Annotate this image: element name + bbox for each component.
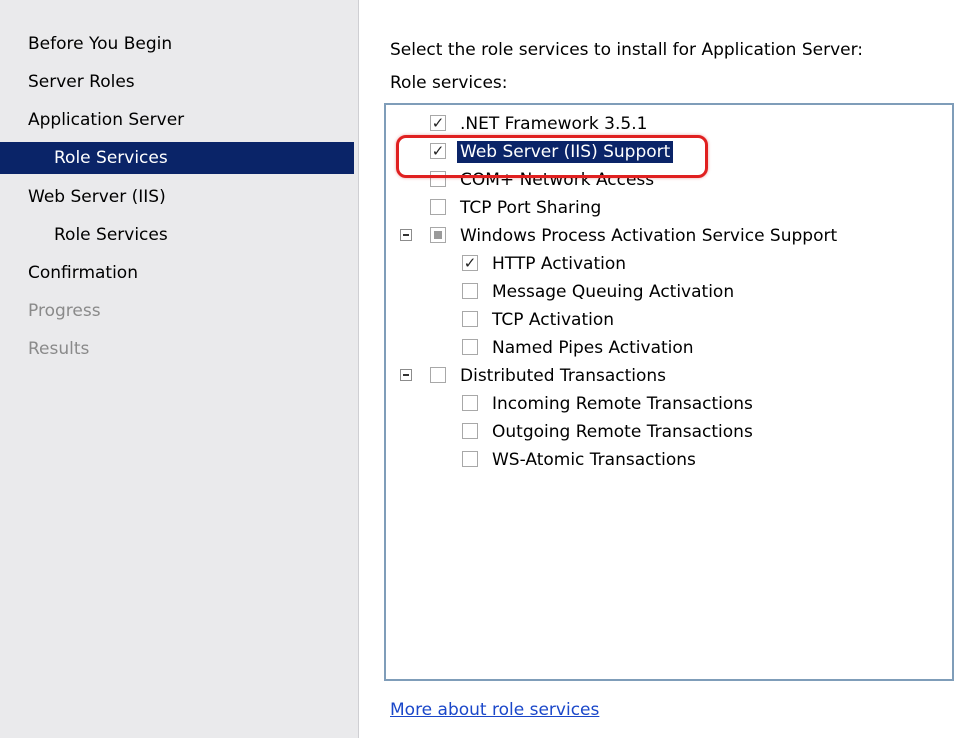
tree-item-label: TCP Port Sharing bbox=[460, 198, 602, 218]
tree-item-message-queuing-activation[interactable]: Message Queuing Activation bbox=[386, 279, 952, 306]
nav-item-label: Application Server bbox=[28, 110, 185, 130]
checkbox-icon[interactable] bbox=[462, 451, 478, 467]
nav-item-label: Role Services bbox=[54, 225, 168, 245]
more-about-role-services-link[interactable]: More about role services bbox=[390, 700, 599, 720]
nav-web-role-services[interactable]: Role Services bbox=[0, 219, 354, 251]
tree-item-tcp-activation[interactable]: TCP Activation bbox=[386, 307, 952, 334]
tree-item-label: Message Queuing Activation bbox=[492, 282, 735, 302]
checkbox-icon[interactable] bbox=[430, 171, 446, 187]
tree-item-label: Windows Process Activation Service Suppo… bbox=[460, 226, 838, 246]
tree-item-incoming-remote-transactions[interactable]: Incoming Remote Transactions bbox=[386, 391, 952, 418]
nav-results: Results bbox=[0, 333, 354, 365]
tree-item-label: COM+ Network Access bbox=[460, 170, 655, 190]
nav-item-label: Role Services bbox=[54, 148, 168, 168]
tree-item-distributed-transactions[interactable]: Distributed Transactions bbox=[386, 363, 952, 390]
tree-item-net-framework[interactable]: ✓ .NET Framework 3.5.1 bbox=[386, 111, 952, 138]
nav-item-label: Progress bbox=[28, 301, 101, 321]
checkbox-checked-icon[interactable]: ✓ bbox=[430, 143, 446, 159]
tree-item-com-network-access[interactable]: COM+ Network Access bbox=[386, 167, 952, 194]
tree-item-named-pipes-activation[interactable]: Named Pipes Activation bbox=[386, 335, 952, 362]
tree-item-outgoing-remote-transactions[interactable]: Outgoing Remote Transactions bbox=[386, 419, 952, 446]
instruction-text: Select the role services to install for … bbox=[390, 40, 864, 60]
nav-server-roles[interactable]: Server Roles bbox=[0, 66, 354, 98]
tree-item-label: TCP Activation bbox=[492, 310, 615, 330]
nav-item-label: Confirmation bbox=[28, 263, 138, 283]
tree-item-label: WS-Atomic Transactions bbox=[492, 450, 696, 470]
collapse-icon[interactable] bbox=[400, 229, 412, 241]
tree-item-was-support[interactable]: Windows Process Activation Service Suppo… bbox=[386, 223, 952, 250]
tree-item-label: HTTP Activation bbox=[492, 254, 627, 274]
checkbox-icon[interactable] bbox=[462, 395, 478, 411]
checkbox-icon[interactable] bbox=[430, 199, 446, 215]
tree-item-tcp-port-sharing[interactable]: TCP Port Sharing bbox=[386, 195, 952, 222]
tree-item-ws-atomic-transactions[interactable]: WS-Atomic Transactions bbox=[386, 447, 952, 474]
tree-item-label: .NET Framework 3.5.1 bbox=[460, 114, 648, 134]
checkbox-icon[interactable] bbox=[462, 423, 478, 439]
nav-web-server-iis[interactable]: Web Server (IIS) bbox=[0, 181, 354, 213]
tree-item-label: Distributed Transactions bbox=[460, 366, 667, 386]
checkbox-icon[interactable] bbox=[462, 339, 478, 355]
checkbox-icon[interactable] bbox=[462, 283, 478, 299]
nav-confirmation[interactable]: Confirmation bbox=[0, 257, 354, 289]
checkbox-partial-icon[interactable] bbox=[430, 227, 446, 243]
checkbox-checked-icon[interactable]: ✓ bbox=[462, 255, 478, 271]
checkbox-icon[interactable] bbox=[430, 367, 446, 383]
tree-item-label: Incoming Remote Transactions bbox=[492, 394, 753, 414]
tree-item-http-activation[interactable]: ✓ HTTP Activation bbox=[386, 251, 952, 278]
checkbox-checked-icon[interactable]: ✓ bbox=[430, 115, 446, 131]
nav-progress: Progress bbox=[0, 295, 354, 327]
tree-item-label: Outgoing Remote Transactions bbox=[492, 422, 753, 442]
role-services-pane: Select the role services to install for … bbox=[360, 0, 970, 738]
nav-item-label: Before You Begin bbox=[28, 34, 173, 54]
tree-item-label-selected: Web Server (IIS) Support bbox=[457, 141, 674, 163]
role-services-tree[interactable]: ✓ .NET Framework 3.5.1 ✓ Web Server (IIS… bbox=[384, 103, 954, 681]
role-services-label: Role services: bbox=[390, 73, 508, 93]
nav-app-role-services[interactable]: Role Services bbox=[0, 142, 354, 174]
tree-item-web-server-iis-support[interactable]: ✓ Web Server (IIS) Support bbox=[386, 139, 952, 166]
nav-item-label: Results bbox=[28, 339, 90, 359]
nav-item-label: Web Server (IIS) bbox=[28, 187, 166, 207]
nav-item-label: Server Roles bbox=[28, 72, 135, 92]
tree-item-label: Named Pipes Activation bbox=[492, 338, 694, 358]
collapse-icon[interactable] bbox=[400, 369, 412, 381]
nav-before-you-begin[interactable]: Before You Begin bbox=[0, 28, 354, 60]
checkbox-icon[interactable] bbox=[462, 311, 478, 327]
wizard-page: Before You Begin Server Roles Applicatio… bbox=[0, 0, 970, 738]
wizard-nav-pane: Before You Begin Server Roles Applicatio… bbox=[0, 0, 359, 738]
nav-application-server[interactable]: Application Server bbox=[0, 104, 354, 136]
